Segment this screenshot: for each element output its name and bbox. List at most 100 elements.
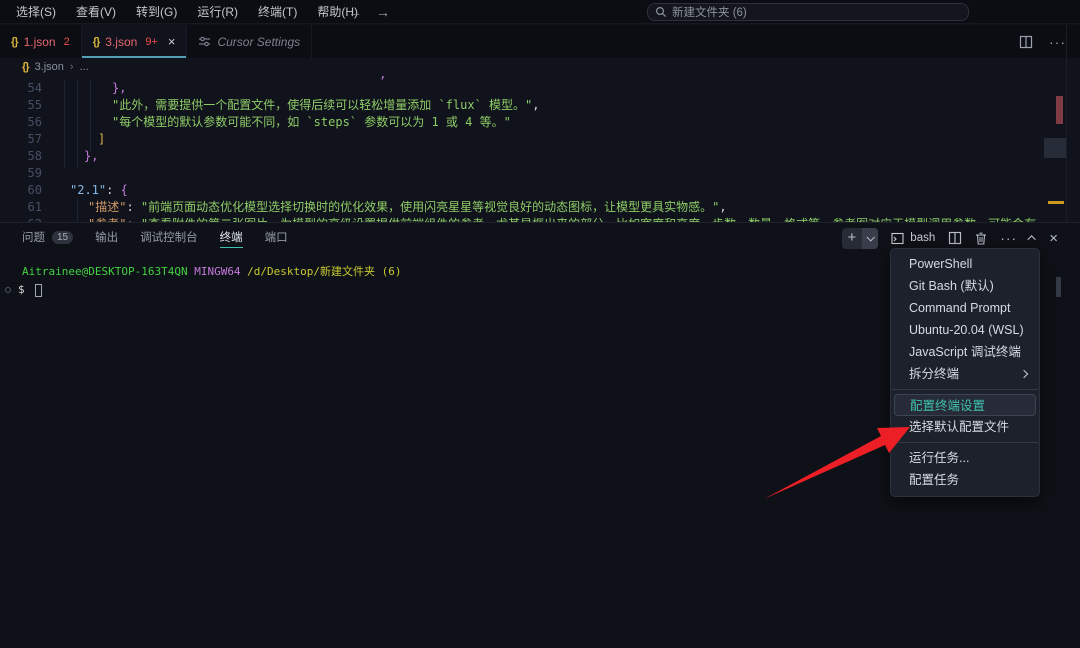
braces-icon: {} [11, 36, 18, 48]
code-editor[interactable]: ", 54},55"此外，需要提供一个配置文件，使得后续可以轻松增量添加 `fl… [0, 76, 1080, 222]
code-line[interactable]: 58}, [0, 148, 1080, 165]
terminal-prompt-line: Aitrainee@DESKTOP-163T4QN MINGW64 /d/Des… [0, 263, 402, 281]
terminal-profile-menu-item[interactable]: Git Bash (默认) [891, 275, 1039, 297]
panel-tab[interactable]: 问题 15 [22, 223, 73, 251]
line-content[interactable]: "每个模型的默认参数可能不同，如 `steps` 参数可以为 1 或 4 等。" [42, 114, 511, 131]
back-arrow-icon[interactable]: ← [348, 4, 362, 20]
code-token: "描述" [88, 200, 126, 214]
tab-problems-badge: 2 [64, 36, 70, 48]
panel-tab[interactable]: 终端 [220, 223, 243, 251]
menubar-item[interactable]: 转到(G) [126, 0, 187, 23]
line-number[interactable]: 59 [0, 165, 42, 182]
titlebar: 选择(S)查看(V)转到(G)运行(R)终端(T)帮助(H) ← → 新建文件夹… [0, 0, 1080, 24]
kill-terminal-trash-icon[interactable] [975, 232, 987, 245]
panel-scrollbar-thumb[interactable] [1056, 277, 1061, 297]
chevron-right-icon [1020, 370, 1028, 378]
terminal-user: Aitrainee@DESKTOP-163T4QN [22, 265, 188, 278]
code-token: }, [112, 81, 126, 95]
menubar-item[interactable]: 选择(S) [6, 0, 66, 23]
tab-filename: 1.json [24, 35, 56, 49]
panel-tab-label: 问题 [22, 229, 45, 245]
terminal-output[interactable]: Aitrainee@DESKTOP-163T4QN MINGW64 /d/Des… [0, 263, 402, 299]
split-terminal-icon[interactable] [948, 231, 962, 245]
new-terminal-button[interactable]: + [842, 228, 863, 249]
breadcrumb-ellipsis[interactable]: ... [80, 61, 89, 73]
launch-profile-dropdown-button[interactable] [862, 228, 878, 249]
menubar-item[interactable]: 终端(T) [248, 0, 307, 23]
code-line[interactable]: 56"每个模型的默认参数可能不同，如 `steps` 参数可以为 1 或 4 等… [0, 114, 1080, 131]
line-content[interactable]: ] [42, 131, 105, 148]
panel-tab[interactable]: 端口 [265, 223, 288, 251]
close-tab-icon[interactable]: × [168, 34, 176, 49]
code-line[interactable]: 60"2.1": { [0, 182, 1080, 199]
code-line[interactable]: 59 [0, 165, 1080, 182]
editor-tab[interactable]: Cursor Settings [187, 25, 312, 58]
line-number[interactable]: 58 [0, 148, 42, 165]
forward-arrow-icon[interactable]: → [376, 4, 390, 20]
chevron-right-icon: › [70, 61, 74, 73]
line-number[interactable]: 57 [0, 131, 42, 148]
code-line[interactable]: 54}, [0, 80, 1080, 97]
code-token: { [121, 183, 128, 197]
command-center-search[interactable]: 新建文件夹 (6) [647, 3, 969, 21]
editor-right-border [1066, 25, 1067, 222]
maximize-panel-icon[interactable] [1028, 235, 1036, 243]
line-content[interactable]: "描述": "前端页面动态优化模型选择切换时的优化效果，使用闪亮星星等视觉良好的… [42, 199, 727, 216]
menubar-item[interactable]: 运行(R) [187, 0, 248, 23]
terminal-profile-menu-item[interactable]: PowerShell [891, 253, 1039, 275]
more-actions-icon[interactable]: ··· [1000, 230, 1017, 246]
code-line[interactable]: 61"描述": "前端页面动态优化模型选择切换时的优化效果，使用闪亮星星等视觉良… [0, 199, 1080, 216]
code-area: 54},55"此外，需要提供一个配置文件，使得后续可以轻松增量添加 `flux`… [0, 80, 1080, 222]
menubar-item[interactable]: 查看(V) [66, 0, 126, 23]
overview-ruler-error-marker [1056, 96, 1063, 124]
line-number[interactable]: 56 [0, 114, 42, 131]
code-token: : [126, 200, 140, 214]
terminal-profile-menu-item[interactable]: 拆分终端 [891, 363, 1039, 385]
search-icon [655, 6, 667, 18]
line-number[interactable]: 55 [0, 97, 42, 114]
editor-tab[interactable]: {}3.json9+× [82, 25, 188, 58]
search-text: 新建文件夹 (6) [672, 4, 747, 20]
terminal-profile-menu-item[interactable]: 运行任务... [891, 447, 1039, 469]
line-number[interactable]: 61 [0, 199, 42, 216]
terminal-profile-menu-item[interactable]: 配置任务 [891, 469, 1039, 491]
split-editor-icon[interactable] [1019, 35, 1033, 49]
panel-tab[interactable]: 输出 [95, 223, 118, 251]
terminal-profile-menu-item[interactable]: JavaScript 调试终端 [891, 341, 1039, 363]
code-token: }, [84, 149, 98, 163]
terminal-input-line[interactable]: $ [0, 281, 402, 299]
close-panel-icon[interactable]: × [1049, 230, 1058, 247]
terminal-profile-menu-item[interactable]: Command Prompt [891, 297, 1039, 319]
breadcrumb-file[interactable]: 3.json [35, 61, 64, 73]
code-line[interactable]: 57] [0, 131, 1080, 148]
terminal-profile-menu-item[interactable]: Ubuntu-20.04 (WSL) [891, 319, 1039, 341]
line-number[interactable]: 60 [0, 182, 42, 199]
line-content[interactable] [42, 165, 56, 182]
tab-filename: 3.json [105, 35, 137, 49]
menu-separator [892, 389, 1038, 390]
editor-tabbar: {} 1.json 2 {}3.json9+×Cursor Settings [0, 25, 1080, 58]
editor-tab[interactable]: {} 1.json 2 [0, 25, 82, 58]
editor-scrollbar-thumb[interactable] [1044, 138, 1066, 158]
terminal-profile-menu-item[interactable]: 配置终端设置 [894, 394, 1036, 416]
command-decoration-circle[interactable] [5, 287, 11, 293]
terminal-prompt-symbol: $ [18, 281, 25, 299]
code-line[interactable]: 55"此外，需要提供一个配置文件，使得后续可以轻松增量添加 `flux` 模型。… [0, 97, 1080, 114]
problems-count-badge: 15 [52, 231, 73, 244]
line-content[interactable]: }, [42, 148, 98, 165]
line-number[interactable]: 54 [0, 80, 42, 97]
code-token: "2.1" [70, 183, 106, 197]
terminal-path: /d/Desktop/新建文件夹 (6) [241, 265, 402, 278]
panel-tab-label: 终端 [220, 229, 243, 245]
breadcrumb[interactable]: {} 3.json › ... [0, 58, 1080, 76]
line-content[interactable]: }, [42, 80, 126, 97]
more-actions-icon[interactable]: ··· [1049, 34, 1066, 50]
terminal-profile-menu-item[interactable]: 选择默认配置文件 [891, 416, 1039, 438]
terminal-instance-item[interactable]: bash [891, 232, 935, 245]
line-content[interactable]: "此外，需要提供一个配置文件，使得后续可以轻松增量添加 `flux` 模型。", [42, 97, 539, 114]
code-token: , [532, 98, 539, 112]
code-token: ] [98, 132, 105, 146]
line-content[interactable]: "2.1": { [42, 182, 128, 199]
editor-actions: ··· [1019, 25, 1066, 58]
panel-tab[interactable]: 调试控制台 [140, 223, 198, 251]
